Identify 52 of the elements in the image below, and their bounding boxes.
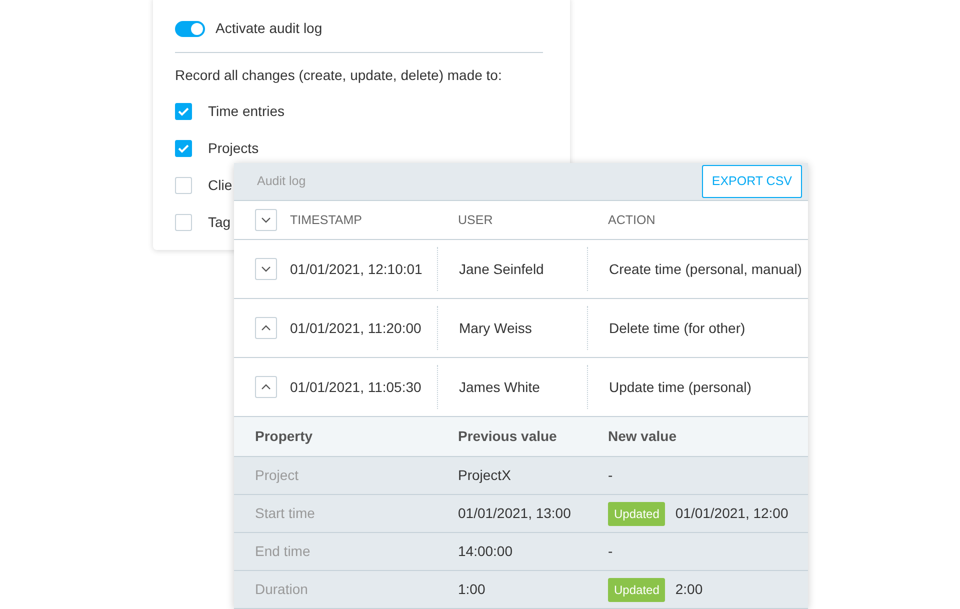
panel-title: Audit log xyxy=(257,173,306,190)
updated-badge: Updated xyxy=(608,502,666,526)
collapse-toggle[interactable] xyxy=(255,317,277,339)
table-cell-text: Jane Seinfeld xyxy=(459,260,544,278)
expand-toggle[interactable] xyxy=(255,258,277,280)
chevron-down-icon xyxy=(261,217,271,223)
column-header: Property xyxy=(255,427,314,446)
chevron-up-icon xyxy=(261,325,271,331)
column-header: USER xyxy=(457,212,494,229)
column-header: ACTION xyxy=(607,212,656,229)
collapse-toggle[interactable] xyxy=(255,376,277,398)
table-cell-text: Update time (personal) xyxy=(609,378,752,397)
column-header: New value xyxy=(608,427,676,446)
table-cell-text: Mary Weiss xyxy=(459,318,532,338)
table-cell: 01/01/2021, 12:10:01 xyxy=(290,260,422,276)
checkbox-label: Tag xyxy=(208,213,231,232)
table-cell-text: 01/01/2021, 13:00 xyxy=(458,504,572,523)
table-cell-text: End time xyxy=(255,542,312,561)
column-header: Previous value xyxy=(458,427,558,446)
column-header: TIMESTAMP xyxy=(289,212,363,229)
check-icon xyxy=(178,107,189,116)
checkbox-label: Projects xyxy=(208,139,259,158)
chevron-up-icon xyxy=(261,384,271,390)
checkbox-label: Clie xyxy=(208,176,232,195)
table-cell-text: 14:00:00 xyxy=(458,542,514,561)
table-cell: 01/01/2021, 11:20:00 xyxy=(290,320,422,336)
checkbox[interactable] xyxy=(175,140,192,157)
table-cell-text: ProjectX xyxy=(458,466,512,485)
table-cell-text: Delete time (for other) xyxy=(609,318,746,338)
table-cell-text: Duration xyxy=(255,580,309,599)
checkbox-label: Time entries xyxy=(208,102,285,121)
table-cell-text: 01/01/2021, 12:00 xyxy=(675,504,788,523)
checkbox[interactable] xyxy=(175,214,192,231)
description-text: Record all changes (create, update, delete) made to: xyxy=(175,66,503,85)
table-cell-text: 2:00 xyxy=(675,580,703,599)
checkbox[interactable] xyxy=(175,177,192,194)
table-cell-text: Create time (personal, manual) xyxy=(609,260,802,279)
table-cell-text: Start time xyxy=(255,504,316,523)
export-csv-button[interactable]: EXPORT CSV xyxy=(702,165,802,198)
table-cell-text: Project xyxy=(255,466,300,485)
check-icon xyxy=(178,144,189,153)
updated-badge: Updated xyxy=(608,578,666,602)
table-cell-text: 1:00 xyxy=(458,580,486,599)
toggle-switch[interactable] xyxy=(175,20,205,36)
table-cell-text: - xyxy=(608,466,613,485)
toggle-label: Activate audit log xyxy=(216,19,322,38)
chevron-down-icon xyxy=(261,266,271,272)
table-cell: 01/01/2021, 11:05:30 xyxy=(290,378,422,394)
table-cell-text: - xyxy=(608,542,613,561)
table-cell-text: James White xyxy=(459,378,540,396)
checkbox[interactable] xyxy=(175,103,192,120)
expand-toggle[interactable] xyxy=(255,209,277,231)
